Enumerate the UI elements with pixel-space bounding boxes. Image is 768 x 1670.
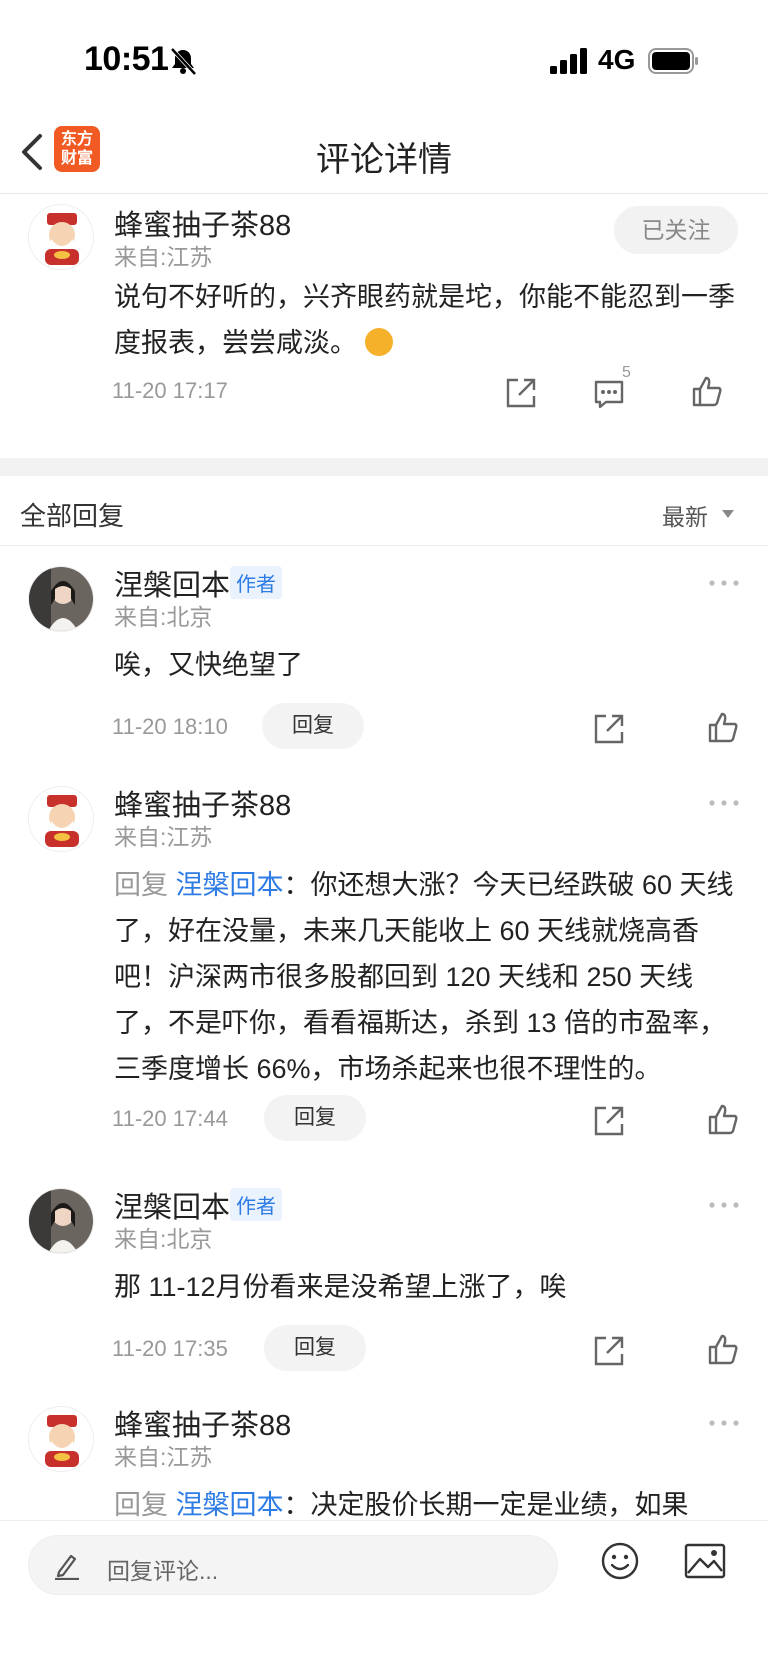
pen-icon xyxy=(55,1554,79,1580)
reply-time: 11-20 17:44 xyxy=(112,1106,228,1131)
more-options-icon[interactable] xyxy=(708,1200,740,1210)
user-location: 来自:江苏 xyxy=(114,824,213,850)
more-options-icon[interactable] xyxy=(708,798,740,808)
like-icon[interactable] xyxy=(706,1332,740,1366)
replies-title: 全部回复 xyxy=(20,501,125,531)
author-tag: 作者 xyxy=(230,566,282,599)
reply-text: 回复 涅槃回本：你还想大涨？今天已经跌破 60 天线了，好在没量，未来几天能收上… xyxy=(114,870,734,1084)
comment-count-badge: 5 xyxy=(622,364,631,381)
avatar[interactable] xyxy=(28,1406,94,1472)
more-options-icon[interactable] xyxy=(708,578,740,588)
reply-item: 涅槃回本 作者 来自:北京 唉，又快绝望了 11-20 18:10 回复 xyxy=(0,546,768,749)
reply-item: 蜂蜜抽子茶88 来自:江苏 回复 涅槃回本：决定股价长期一定是业绩，如果 xyxy=(0,1386,768,1520)
like-icon[interactable] xyxy=(690,374,724,408)
avatar[interactable] xyxy=(28,1188,94,1254)
sort-dropdown[interactable]: 最新 xyxy=(662,498,708,532)
mute-bell-icon xyxy=(170,47,197,76)
user-location: 来自:北京 xyxy=(114,1226,213,1252)
like-icon[interactable] xyxy=(706,710,740,744)
user-location: 来自:江苏 xyxy=(114,244,213,270)
image-icon[interactable] xyxy=(684,1543,726,1579)
reply-button[interactable]: 回复 xyxy=(262,703,364,749)
comment-icon[interactable] xyxy=(592,376,626,410)
reply-input-placeholder: 回复评论... xyxy=(107,1558,219,1584)
share-icon[interactable] xyxy=(592,1334,626,1368)
user-location: 来自:江苏 xyxy=(114,1444,213,1470)
caret-down-icon[interactable] xyxy=(722,510,734,518)
signal-icon xyxy=(550,48,587,74)
reply-item: 涅槃回本 作者 来自:北京 那 11-12月份看来是没希望上涨了，唉 11-20… xyxy=(0,1168,768,1371)
reply-target-link[interactable]: 涅槃回本 xyxy=(176,870,284,900)
status-time: 10:51 xyxy=(84,40,169,78)
follow-button[interactable]: 已关注 xyxy=(614,206,738,254)
network-type: 4G xyxy=(598,44,636,75)
share-icon[interactable] xyxy=(504,376,538,410)
comment-text: 说句不好听的，兴齐眼药就是坨，你能不能忍到一季度报表，尝尝咸淡。 xyxy=(114,282,735,358)
reply-button[interactable]: 回复 xyxy=(264,1325,366,1371)
like-icon[interactable] xyxy=(706,1102,740,1136)
reply-target-link[interactable]: 涅槃回本 xyxy=(176,1490,284,1520)
reply-time: 11-20 18:10 xyxy=(112,714,228,739)
reply-time: 11-20 17:35 xyxy=(112,1336,228,1361)
user-location: 来自:北京 xyxy=(114,604,213,630)
replies-header: 全部回复 最新 xyxy=(0,476,768,546)
emoji-icon[interactable] xyxy=(600,1541,640,1581)
comment-time: 11-20 17:17 xyxy=(112,378,228,403)
main-comment: 蜂蜜抽子茶88 来自:江苏 已关注 说句不好听的，兴齐眼药就是坨，你能不能忍到一… xyxy=(0,194,768,458)
reply-item: 蜂蜜抽子茶88 来自:江苏 回复 涅槃回本：你还想大涨？今天已经跌破 60 天线… xyxy=(0,766,768,1166)
nav-bar: 东方 财富 评论详情 xyxy=(0,112,768,194)
author-tag: 作者 xyxy=(230,1188,282,1221)
reply-text: 唉，又快绝望了 xyxy=(114,650,303,680)
reply-text: 回复 涅槃回本：决定股价长期一定是业绩，如果 xyxy=(114,1490,689,1520)
laugh-emoji-icon xyxy=(364,328,393,356)
more-options-icon[interactable] xyxy=(708,1418,740,1428)
reply-input[interactable]: 回复评论... xyxy=(28,1535,558,1595)
battery-icon xyxy=(648,48,698,74)
status-bar: 10:51 4G xyxy=(0,0,768,112)
share-icon[interactable] xyxy=(592,712,626,746)
page-title: 评论详情 xyxy=(316,141,452,179)
avatar[interactable] xyxy=(28,786,94,852)
section-separator xyxy=(0,458,768,476)
bottom-reply-bar: 回复评论... xyxy=(0,1520,768,1670)
avatar[interactable] xyxy=(28,204,94,270)
reply-button[interactable]: 回复 xyxy=(264,1095,366,1141)
avatar[interactable] xyxy=(28,566,94,632)
share-icon[interactable] xyxy=(592,1104,626,1138)
reply-text: 那 11-12月份看来是没希望上涨了，唉 xyxy=(114,1272,567,1302)
